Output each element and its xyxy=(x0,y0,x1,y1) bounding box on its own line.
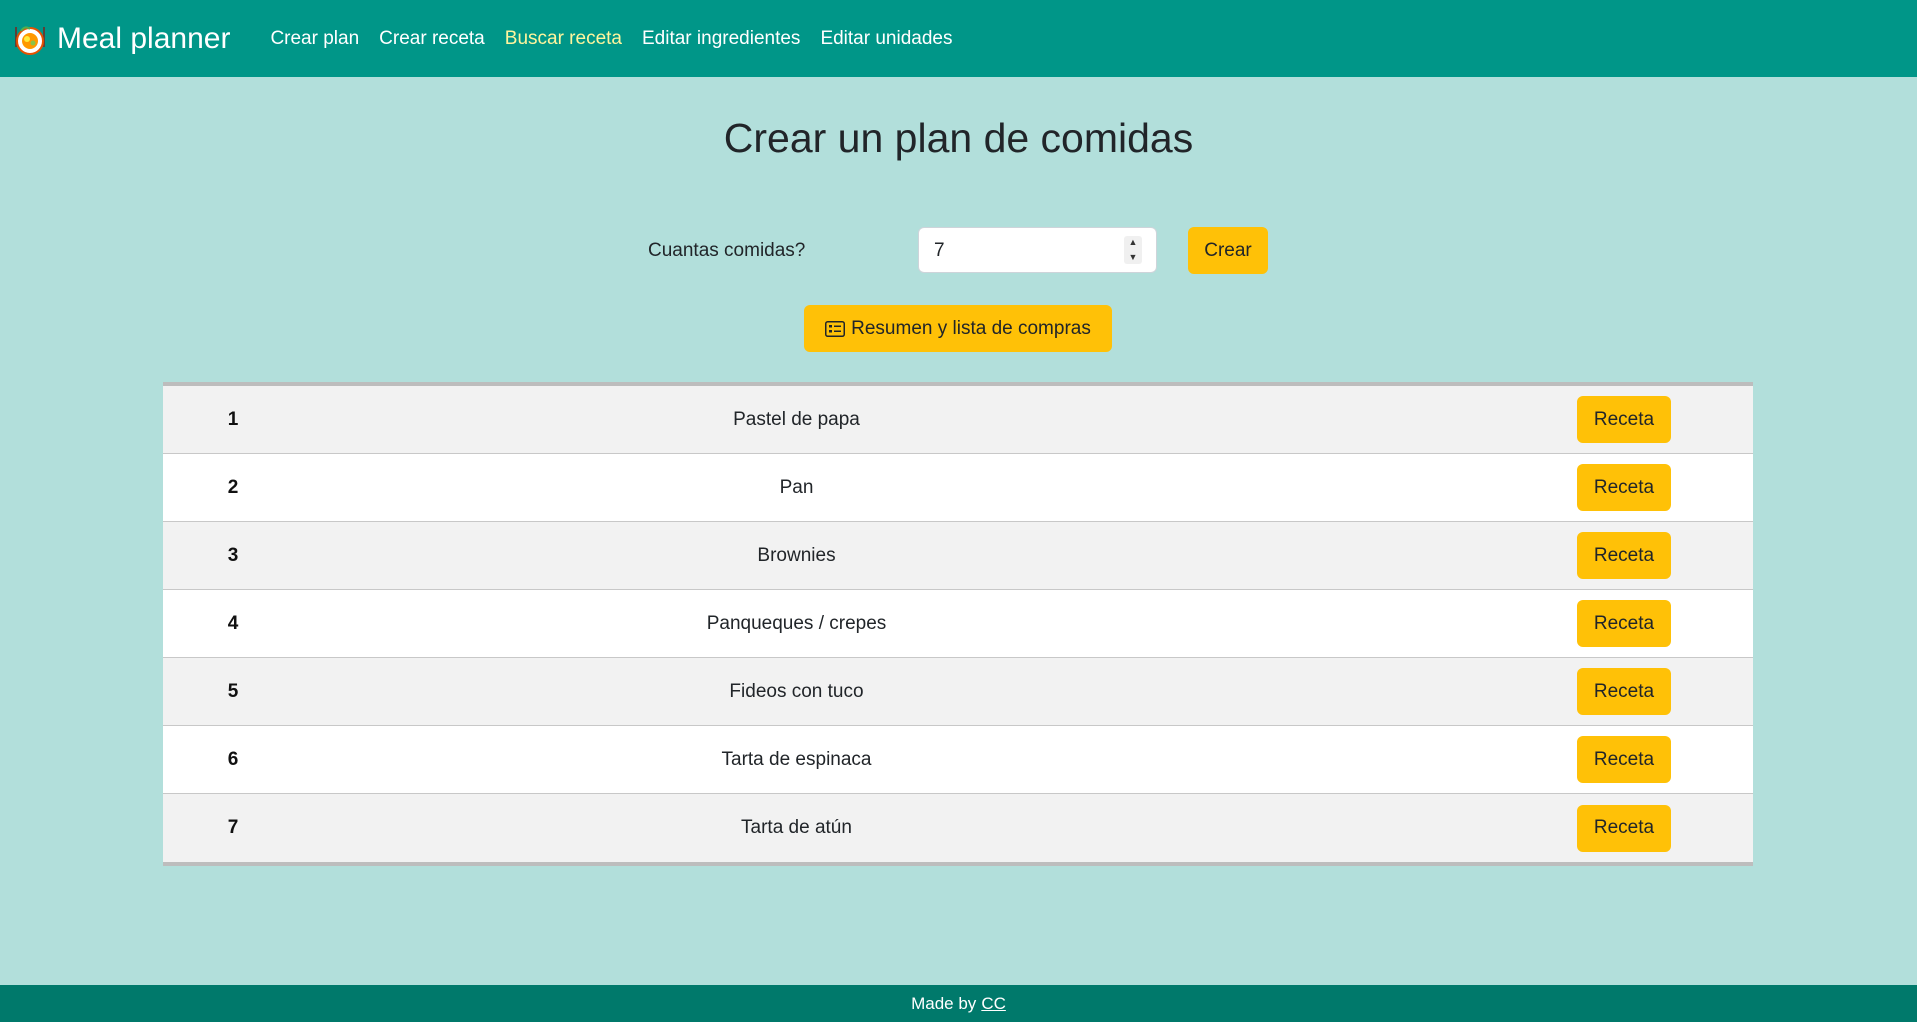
meal-name: Fideos con tuco xyxy=(729,680,864,702)
table-row: 3 Brownies Receta xyxy=(163,522,1753,590)
stepper-up-icon[interactable]: ▲ xyxy=(1129,236,1138,249)
table-row: 1 Pastel de papa Receta xyxy=(163,386,1753,454)
recipe-button[interactable]: Receta xyxy=(1577,532,1671,579)
meal-count-field: ▲ ▼ xyxy=(918,227,1157,274)
meal-number: 2 xyxy=(227,476,239,498)
meal-number: 6 xyxy=(227,748,239,770)
table-row: 7 Tarta de atún Receta xyxy=(163,794,1753,862)
meal-name: Pastel de papa xyxy=(733,408,860,430)
meal-number: 1 xyxy=(227,408,239,430)
brand-name: Meal planner xyxy=(57,21,231,55)
checklist-icon xyxy=(825,320,846,337)
recipe-button[interactable]: Receta xyxy=(1577,668,1671,715)
table-row: 4 Panqueques / crepes Receta xyxy=(163,590,1753,658)
meal-number: 4 xyxy=(227,612,239,634)
meal-number: 7 xyxy=(227,817,239,838)
nav-link-crear-plan[interactable]: Crear plan xyxy=(260,0,369,77)
nav-link-editar-unidades[interactable]: Editar unidades xyxy=(810,0,962,77)
recipe-button[interactable]: Receta xyxy=(1577,804,1671,852)
table-row: 2 Pan Receta xyxy=(163,454,1753,522)
meal-name: Panqueques / crepes xyxy=(706,612,887,634)
recipe-button[interactable]: Receta xyxy=(1577,464,1671,511)
table-row: 6 Tarta de espinaca Receta xyxy=(163,726,1753,794)
stepper-down-icon[interactable]: ▼ xyxy=(1129,251,1138,264)
meal-name: Tarta de espinaca xyxy=(721,748,872,770)
recipe-button[interactable]: Receta xyxy=(1577,600,1671,647)
summary-button-label: Resumen y lista de compras xyxy=(851,317,1091,339)
footer-text: Made by xyxy=(911,993,977,1013)
create-plan-button[interactable]: Crear xyxy=(1188,227,1268,274)
meal-count-label: Cuantas comidas? xyxy=(648,240,806,261)
page-title: Crear un plan de comidas xyxy=(723,115,1194,161)
nav-link-editar-ingredientes[interactable]: Editar ingredientes xyxy=(632,0,810,77)
nav-links: Crear plan Crear receta Buscar receta Ed… xyxy=(260,0,962,77)
meal-count-input[interactable] xyxy=(919,228,1126,274)
meal-plan-table: 1 Pastel de papa Receta 2 Pan Receta 3 B… xyxy=(163,382,1753,866)
nav-link-crear-receta[interactable]: Crear receta xyxy=(369,0,495,77)
footer-author-link[interactable]: CC xyxy=(981,994,1006,1014)
meal-name: Pan xyxy=(779,476,814,498)
meal-count-stepper[interactable]: ▲ ▼ xyxy=(1124,236,1142,264)
meal-name: Brownies xyxy=(757,544,836,566)
navbar: Meal planner Crear plan Crear receta Bus… xyxy=(0,0,1917,77)
brand-link[interactable]: Meal planner xyxy=(12,21,230,57)
recipe-button[interactable]: Receta xyxy=(1577,736,1671,783)
footer: Made by CC xyxy=(0,985,1917,1022)
food-bowl-icon xyxy=(15,25,45,55)
table-row: 5 Fideos con tuco Receta xyxy=(163,658,1753,726)
meal-number: 5 xyxy=(227,680,239,702)
summary-shopping-list-button[interactable]: Resumen y lista de compras xyxy=(804,305,1112,352)
meal-number: 3 xyxy=(227,544,239,566)
nav-link-buscar-receta[interactable]: Buscar receta xyxy=(495,0,632,77)
meal-name: Tarta de atún xyxy=(741,817,852,838)
recipe-button[interactable]: Receta xyxy=(1577,396,1671,443)
